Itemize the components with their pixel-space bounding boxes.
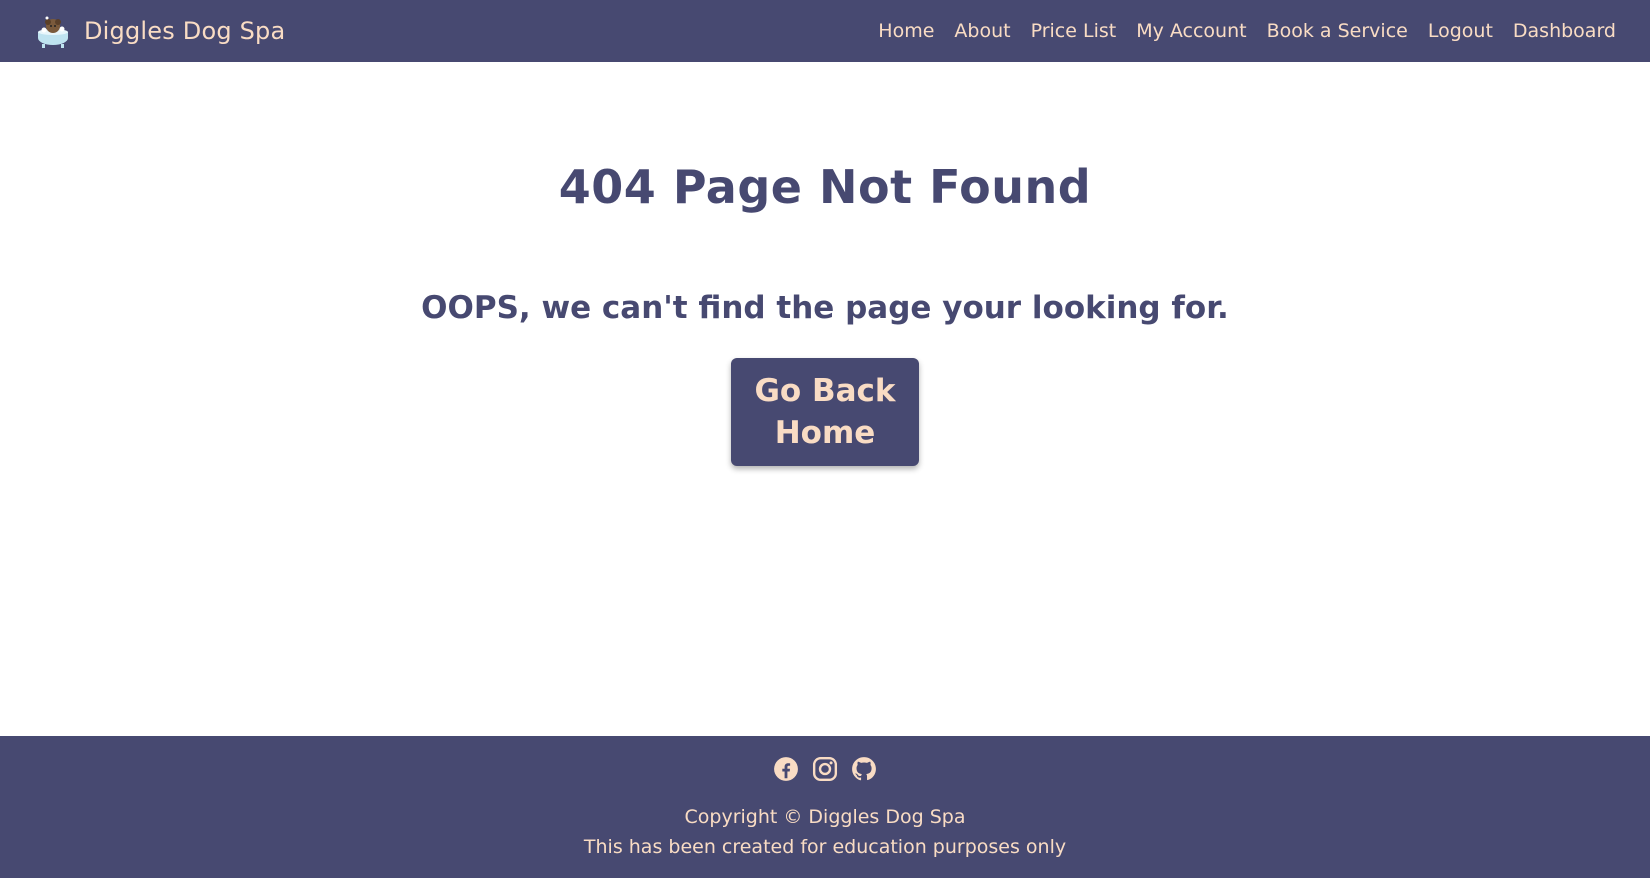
nav-link-book-service[interactable]: Book a Service <box>1257 14 1418 48</box>
main-content: 404 Page Not Found OOPS, we can't find t… <box>0 62 1650 736</box>
nav-link-home[interactable]: Home <box>868 14 944 48</box>
footer: Copyright © Diggles Dog Spa This has bee… <box>0 736 1650 878</box>
education-note: This has been created for education purp… <box>583 836 1067 858</box>
page-title: 404 Page Not Found <box>558 160 1092 214</box>
nav-link-my-account[interactable]: My Account <box>1126 14 1256 48</box>
brand-name: Diggles Dog Spa <box>84 17 286 45</box>
instagram-icon[interactable] <box>812 756 838 782</box>
nav-links: Home About Price List My Account Book a … <box>868 14 1616 48</box>
nav-link-dashboard[interactable]: Dashboard <box>1503 14 1616 48</box>
nav-link-price-list[interactable]: Price List <box>1021 14 1127 48</box>
page: Diggles Dog Spa Home About Price List My… <box>0 0 1650 878</box>
navbar: Diggles Dog Spa Home About Price List My… <box>0 0 1650 62</box>
copyright-text: Copyright © Diggles Dog Spa <box>684 806 966 828</box>
brand-link[interactable]: Diggles Dog Spa <box>34 12 285 50</box>
github-icon[interactable] <box>851 756 877 782</box>
social-links <box>773 756 877 782</box>
dog-bath-logo-icon <box>38 16 68 48</box>
go-back-home-button[interactable]: Go Back Home <box>731 358 919 466</box>
error-message: OOPS, we can't find the page your lookin… <box>421 290 1229 326</box>
nav-link-logout[interactable]: Logout <box>1418 14 1503 48</box>
facebook-icon[interactable] <box>773 756 799 782</box>
nav-link-about[interactable]: About <box>944 14 1020 48</box>
